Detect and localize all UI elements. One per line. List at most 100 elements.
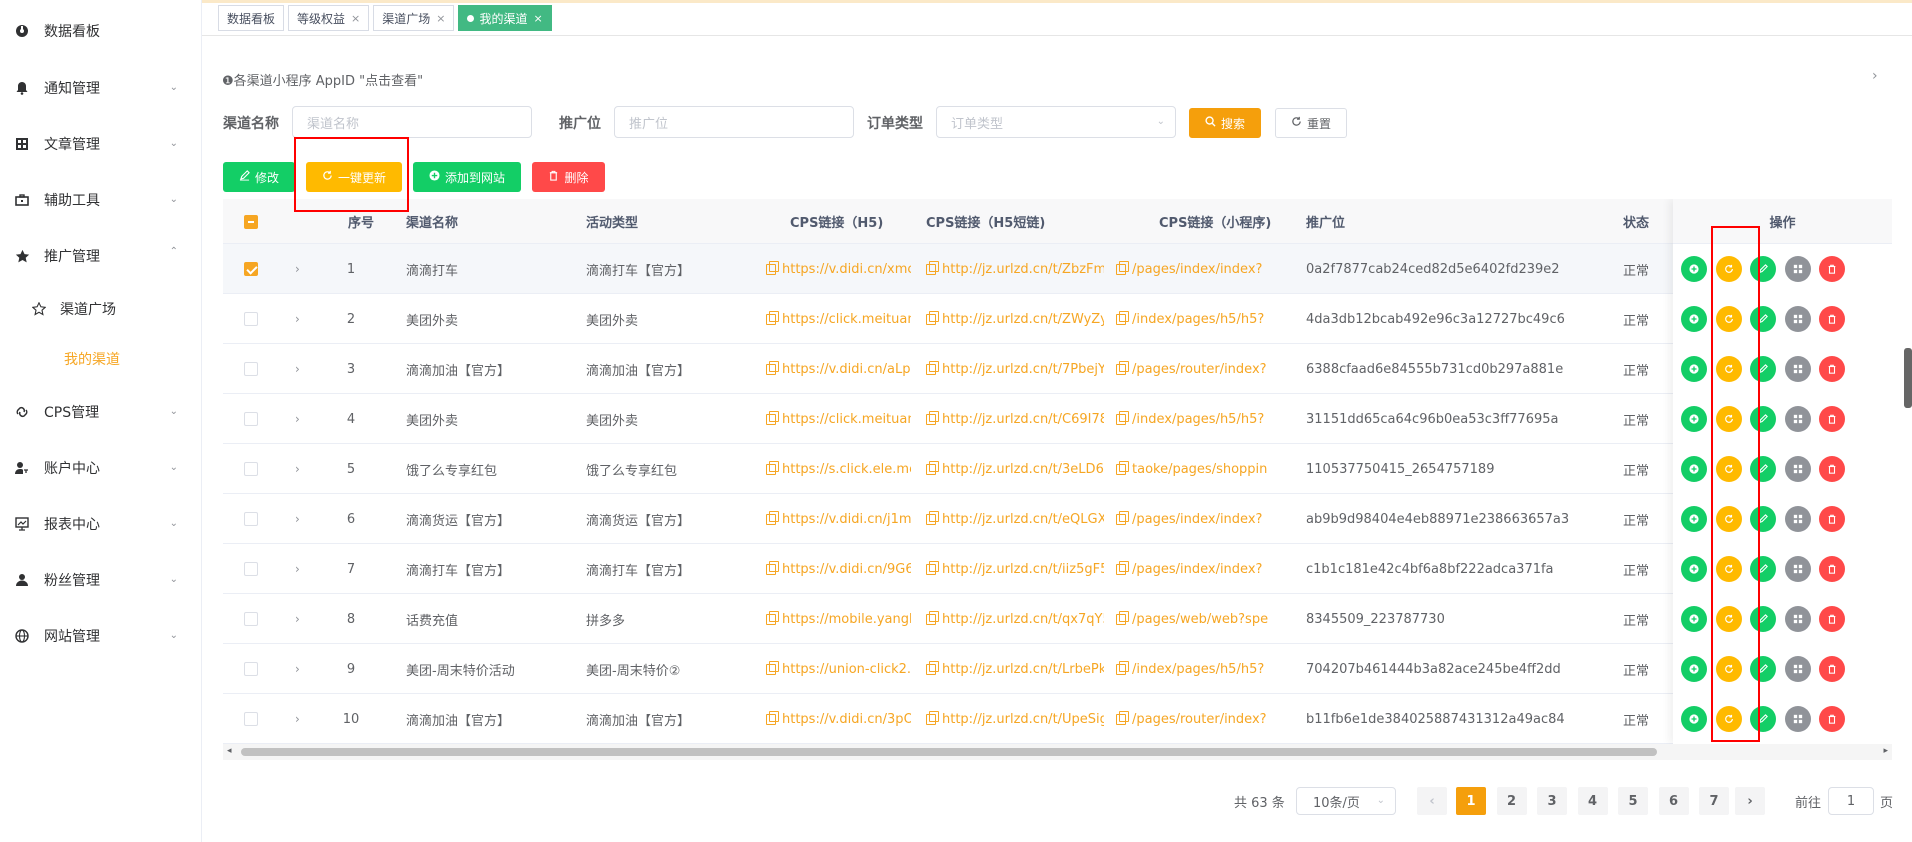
- table-row[interactable]: › 3 滴滴加油【官方】 滴滴加油【官方】 https://v.didi.cn/aLpv…: [223, 344, 1892, 394]
- cell-cps-mini[interactable]: /index/pages/h5/h5?: [1116, 644, 1291, 694]
- sidebar-item-channel-square[interactable]: 渠道广场: [0, 284, 202, 334]
- sidebar-item-tools[interactable]: 辅助工具 ⌄: [0, 172, 202, 228]
- op-grid-button[interactable]: [1784, 256, 1811, 282]
- op-add-circle-button[interactable]: [1681, 706, 1707, 732]
- row-checkbox[interactable]: [244, 362, 258, 376]
- row-checkbox[interactable]: [244, 612, 258, 626]
- cell-cps-h5-short[interactable]: http://jz.urlzd.cn/t/ZWyZyEK···: [926, 294, 1104, 344]
- expand-row-icon[interactable]: ›: [295, 644, 307, 694]
- op-grid-button[interactable]: [1784, 356, 1811, 382]
- op-trash-button[interactable]: [1819, 556, 1845, 582]
- add-to-site-button[interactable]: 添加到网站: [413, 162, 521, 192]
- sidebar-item-article[interactable]: 文章管理 ⌄: [0, 116, 202, 172]
- cell-cps-h5-text[interactable]: https://s.click.ele.me: [782, 462, 911, 477]
- cell-cps-h5-short-text[interactable]: http://jz.urlzd.cn/t/LrbePkl: [942, 662, 1104, 677]
- search-button[interactable]: 搜索: [1189, 108, 1261, 138]
- cell-cps-h5-short-text[interactable]: http://jz.urlzd.cn/t/eQLGXmw···: [942, 512, 1104, 527]
- close-icon[interactable]: ×: [436, 12, 445, 25]
- copy-icon[interactable]: [1116, 510, 1129, 525]
- table-row[interactable]: › 5 饿了么专享红包 饿了么专享红包 https://s.click.ele.me ht…: [223, 444, 1892, 494]
- op-grid-button[interactable]: [1784, 556, 1811, 582]
- cell-cps-mini-text[interactable]: /pages/web/web?spe: [1132, 612, 1268, 627]
- op-trash-button[interactable]: [1819, 706, 1845, 732]
- copy-icon[interactable]: [926, 310, 939, 325]
- copy-icon[interactable]: [766, 560, 779, 575]
- sidebar-item-my-channel[interactable]: 我的渠道: [0, 334, 202, 384]
- row-checkbox[interactable]: [244, 512, 258, 526]
- copy-icon[interactable]: [926, 360, 939, 375]
- expand-row-icon[interactable]: ›: [295, 294, 307, 344]
- copy-icon[interactable]: [1116, 310, 1129, 325]
- edit-button[interactable]: 修改: [223, 162, 295, 192]
- op-trash-button[interactable]: [1819, 356, 1845, 382]
- cell-cps-h5[interactable]: https://v.didi.cn/3pO: [766, 694, 911, 744]
- expand-row-icon[interactable]: ›: [295, 394, 307, 444]
- op-add-circle-button[interactable]: [1681, 356, 1707, 382]
- delete-button[interactable]: 删除: [532, 162, 605, 192]
- row-checkbox[interactable]: [244, 462, 258, 476]
- page-number-button[interactable]: 4: [1577, 787, 1608, 815]
- page-number-button[interactable]: 1: [1456, 787, 1486, 815]
- op-trash-button[interactable]: [1819, 506, 1845, 532]
- cell-cps-h5-text[interactable]: https://click.meituan: [782, 312, 911, 327]
- tab-channel-square[interactable]: 渠道广场 ×: [373, 5, 455, 31]
- op-trash-button[interactable]: [1819, 406, 1845, 432]
- cell-cps-mini-text[interactable]: /pages/index/index?: [1132, 562, 1262, 577]
- cell-cps-h5-text[interactable]: https://v.didi.cn/aLpv: [782, 362, 911, 377]
- cell-cps-h5-short[interactable]: http://jz.urlzd.cn/t/7PbejYB: [926, 344, 1104, 394]
- cell-cps-h5-text[interactable]: https://mobile.yangk: [782, 612, 911, 627]
- cell-cps-h5-short[interactable]: http://jz.urlzd.cn/t/ZbzFmAC···: [926, 244, 1104, 294]
- table-row[interactable]: › 1 滴滴打车 滴滴打车【官方】 https://v.didi.cn/xmc http:…: [223, 244, 1892, 294]
- select-all-checkbox[interactable]: [244, 215, 258, 229]
- tab-dashboard[interactable]: 数据看板: [218, 5, 285, 31]
- op-add-circle-button[interactable]: [1681, 506, 1707, 532]
- cell-cps-mini-text[interactable]: /pages/index/index?: [1132, 262, 1262, 277]
- op-grid-button[interactable]: [1784, 306, 1811, 332]
- cell-cps-h5-short-text[interactable]: http://jz.urlzd.cn/t/C69I78E: [942, 412, 1104, 427]
- table-row[interactable]: › 4 美团外卖 美团外卖 https://click.meituan http://jz…: [223, 394, 1892, 444]
- op-trash-button[interactable]: [1819, 656, 1845, 682]
- copy-icon[interactable]: [766, 660, 779, 675]
- expand-row-icon[interactable]: ›: [295, 444, 307, 494]
- copy-icon[interactable]: [766, 360, 779, 375]
- copy-icon[interactable]: [926, 560, 939, 575]
- page-number-button[interactable]: 3: [1537, 787, 1567, 815]
- scrollbar-thumb[interactable]: [241, 748, 1657, 756]
- copy-icon[interactable]: [766, 410, 779, 425]
- op-add-circle-button[interactable]: [1681, 606, 1707, 632]
- cell-cps-mini[interactable]: /pages/index/index?: [1116, 544, 1291, 594]
- cell-cps-h5-text[interactable]: https://v.didi.cn/3pO: [782, 712, 911, 727]
- page-number-button[interactable]: 5: [1618, 787, 1648, 815]
- op-trash-button[interactable]: [1819, 456, 1845, 482]
- table-row[interactable]: › 8 话费充值 拼多多 https://mobile.yangk http://jz.u…: [223, 594, 1892, 644]
- cell-cps-h5-short[interactable]: http://jz.urlzd.cn/t/3eLD6qG: [926, 444, 1104, 494]
- cell-cps-mini[interactable]: /index/pages/h5/h5?: [1116, 294, 1291, 344]
- op-add-circle-button[interactable]: [1681, 406, 1707, 432]
- cell-cps-h5[interactable]: https://v.didi.cn/j1m: [766, 494, 911, 544]
- row-checkbox[interactable]: [244, 262, 258, 276]
- copy-icon[interactable]: [766, 510, 779, 525]
- cell-cps-h5[interactable]: https://v.didi.cn/xmc: [766, 244, 911, 294]
- cell-cps-mini[interactable]: /pages/router/index?: [1116, 694, 1291, 744]
- expand-row-icon[interactable]: ›: [295, 594, 307, 644]
- cell-cps-h5-text[interactable]: https://v.didi.cn/xmc: [782, 262, 911, 277]
- table-row[interactable]: › 2 美团外卖 美团外卖 https://click.meituan http://jz…: [223, 294, 1892, 344]
- cell-cps-h5[interactable]: https://click.meituan: [766, 294, 911, 344]
- copy-icon[interactable]: [1116, 710, 1129, 725]
- op-add-circle-button[interactable]: [1681, 256, 1707, 282]
- cell-cps-h5[interactable]: https://s.click.ele.me: [766, 444, 911, 494]
- expand-row-icon[interactable]: ›: [295, 544, 307, 594]
- cell-cps-mini-text[interactable]: /index/pages/h5/h5?: [1132, 312, 1264, 327]
- cell-cps-h5-short-text[interactable]: http://jz.urlzd.cn/t/3eLD6qG: [942, 462, 1104, 477]
- copy-icon[interactable]: [926, 610, 939, 625]
- op-grid-button[interactable]: [1784, 656, 1811, 682]
- cell-cps-h5-short-text[interactable]: http://jz.urlzd.cn/t/7PbejYB: [942, 362, 1104, 377]
- expand-row-icon[interactable]: ›: [295, 344, 307, 394]
- cell-cps-mini-text[interactable]: taoke/pages/shoppin: [1132, 462, 1267, 477]
- reset-button[interactable]: 重置: [1275, 108, 1347, 138]
- copy-icon[interactable]: [926, 510, 939, 525]
- cell-cps-h5[interactable]: https://union-click2.r: [766, 644, 911, 694]
- op-trash-button[interactable]: [1819, 606, 1845, 632]
- page-number-button[interactable]: 6: [1658, 787, 1689, 815]
- cell-cps-h5-short-text[interactable]: http://jz.urlzd.cn/t/ZWyZyEK···: [942, 312, 1104, 327]
